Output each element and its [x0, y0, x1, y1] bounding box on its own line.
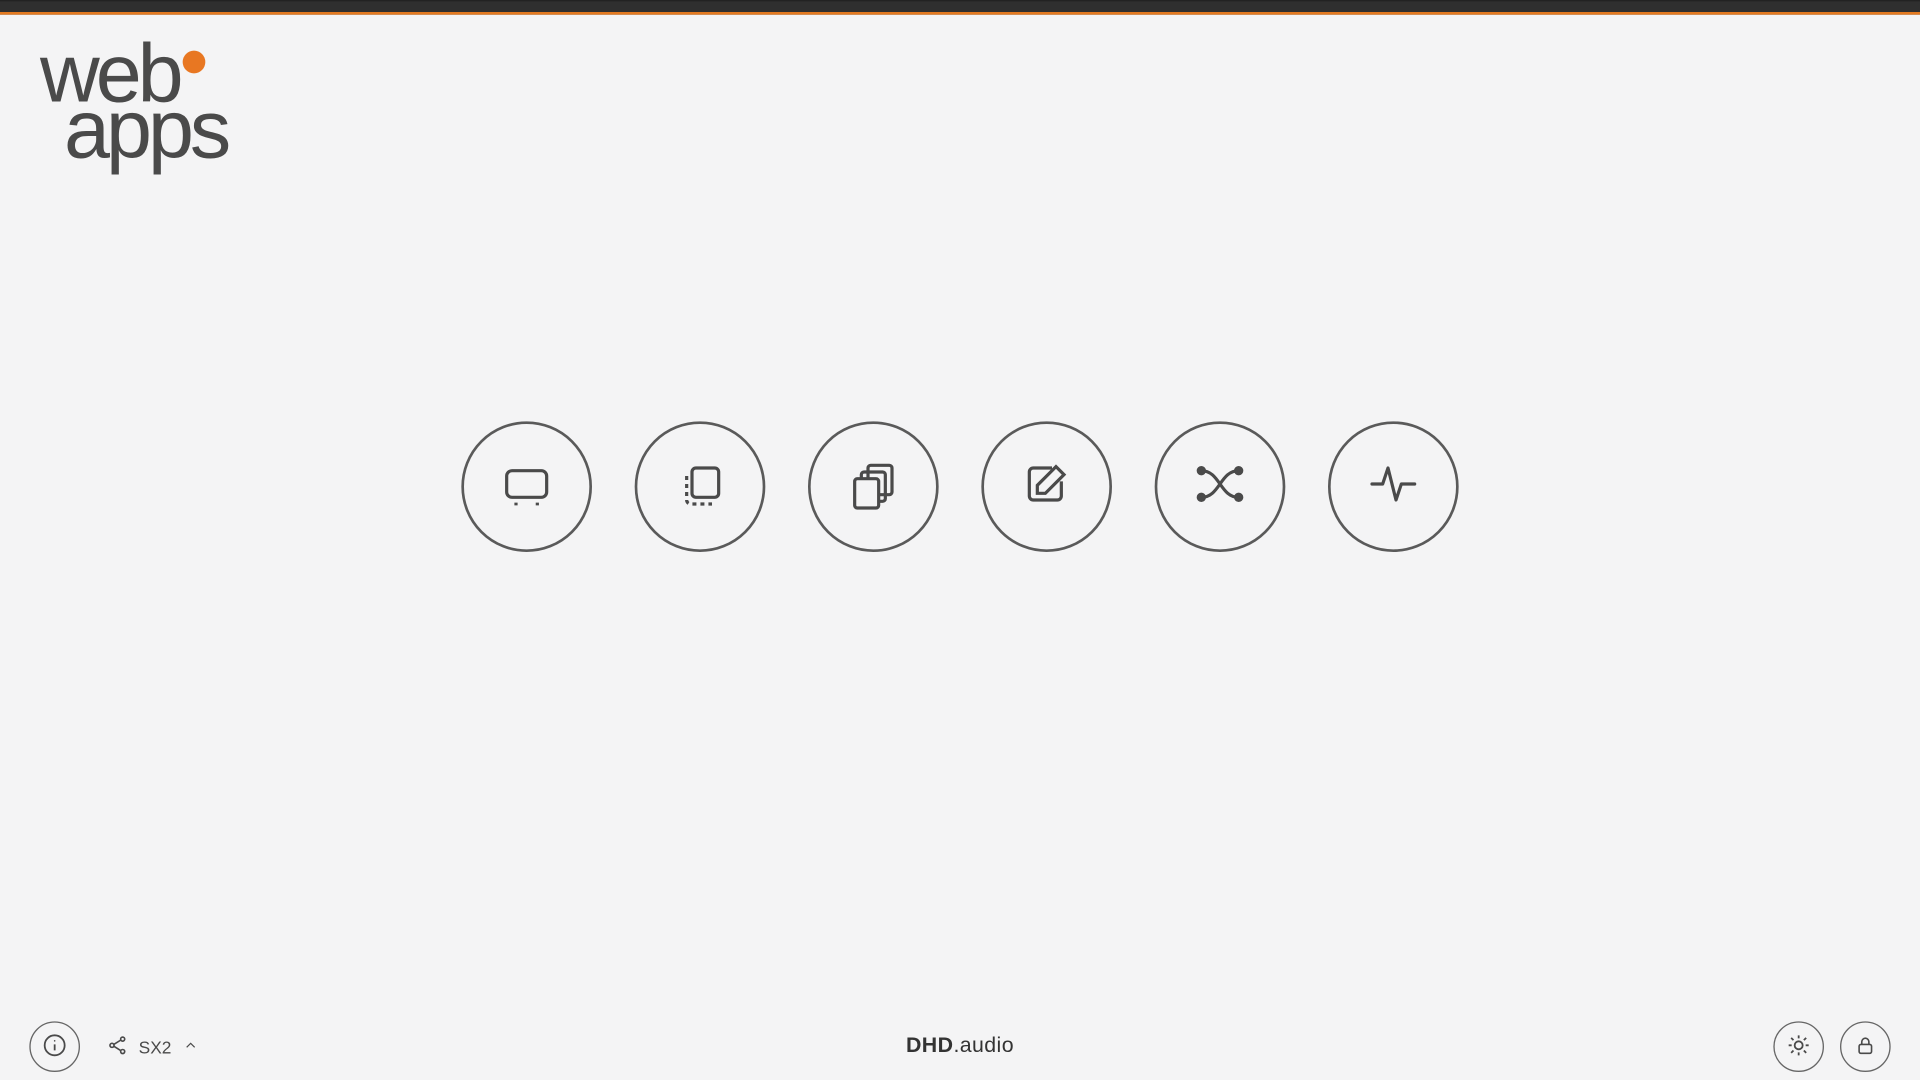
- app-button-snapshot[interactable]: [635, 421, 766, 552]
- info-button[interactable]: [29, 1021, 80, 1072]
- app-button-activity[interactable]: [1328, 421, 1459, 552]
- logo-dot-icon: [182, 51, 205, 74]
- brand-rest: .audio: [953, 1035, 1014, 1058]
- brand-label: DHD.audio: [0, 1035, 1920, 1059]
- snapshot-icon: [668, 451, 732, 522]
- device-label: SX2: [139, 1037, 172, 1057]
- lock-icon: [1855, 1034, 1876, 1059]
- lock-button[interactable]: [1840, 1021, 1891, 1072]
- app-launcher-row: [0, 421, 1920, 552]
- edit-icon: [1015, 451, 1079, 522]
- activity-icon: [1361, 451, 1425, 522]
- device-selector[interactable]: SX2: [107, 1034, 198, 1059]
- routing-icon: [1188, 451, 1252, 522]
- logo-line1: web: [40, 28, 180, 120]
- app-button-routing[interactable]: [1155, 421, 1286, 552]
- pages-icon: [841, 451, 905, 522]
- webapps-logo: web apps: [40, 43, 227, 164]
- app-button-edit[interactable]: [981, 421, 1112, 552]
- bottom-bar: SX2 DHD.audio: [0, 1013, 1920, 1080]
- sun-icon: [1787, 1033, 1811, 1061]
- brand-bold: DHD: [906, 1035, 953, 1058]
- share-icon: [107, 1034, 128, 1059]
- monitor-icon: [495, 451, 559, 522]
- theme-toggle-button[interactable]: [1773, 1021, 1824, 1072]
- app-button-pages[interactable]: [808, 421, 939, 552]
- app-button-monitor[interactable]: [461, 421, 592, 552]
- info-icon: [43, 1033, 67, 1061]
- chevron-up-icon: [182, 1037, 198, 1057]
- browser-chrome-bar: [0, 0, 1920, 15]
